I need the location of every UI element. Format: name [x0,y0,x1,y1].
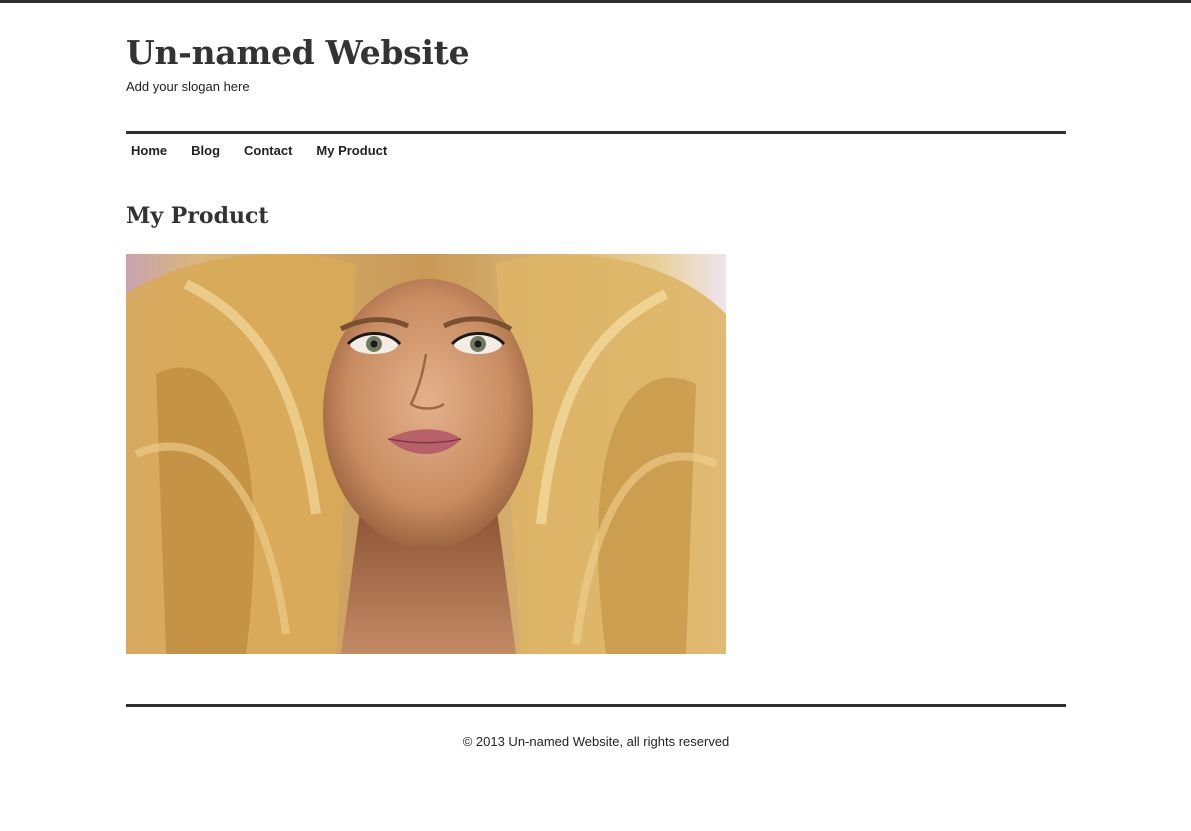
footer-copyright: © 2013 Un-named Website, all rights rese… [462,734,730,749]
site-slogan: Add your slogan here [126,79,250,94]
footer-divider [126,704,1066,707]
nav-item-contact[interactable]: Contact [244,143,292,158]
nav-item-blog[interactable]: Blog [191,143,220,158]
site-title[interactable]: Un-named Website [126,33,470,72]
page-title: My Product [126,203,269,229]
nav-item-home[interactable]: Home [131,143,167,158]
product-image [126,254,726,654]
header-divider [126,131,1066,134]
nav-item-my-product[interactable]: My Product [316,143,387,158]
main-nav: Home Blog Contact My Product [131,143,387,158]
